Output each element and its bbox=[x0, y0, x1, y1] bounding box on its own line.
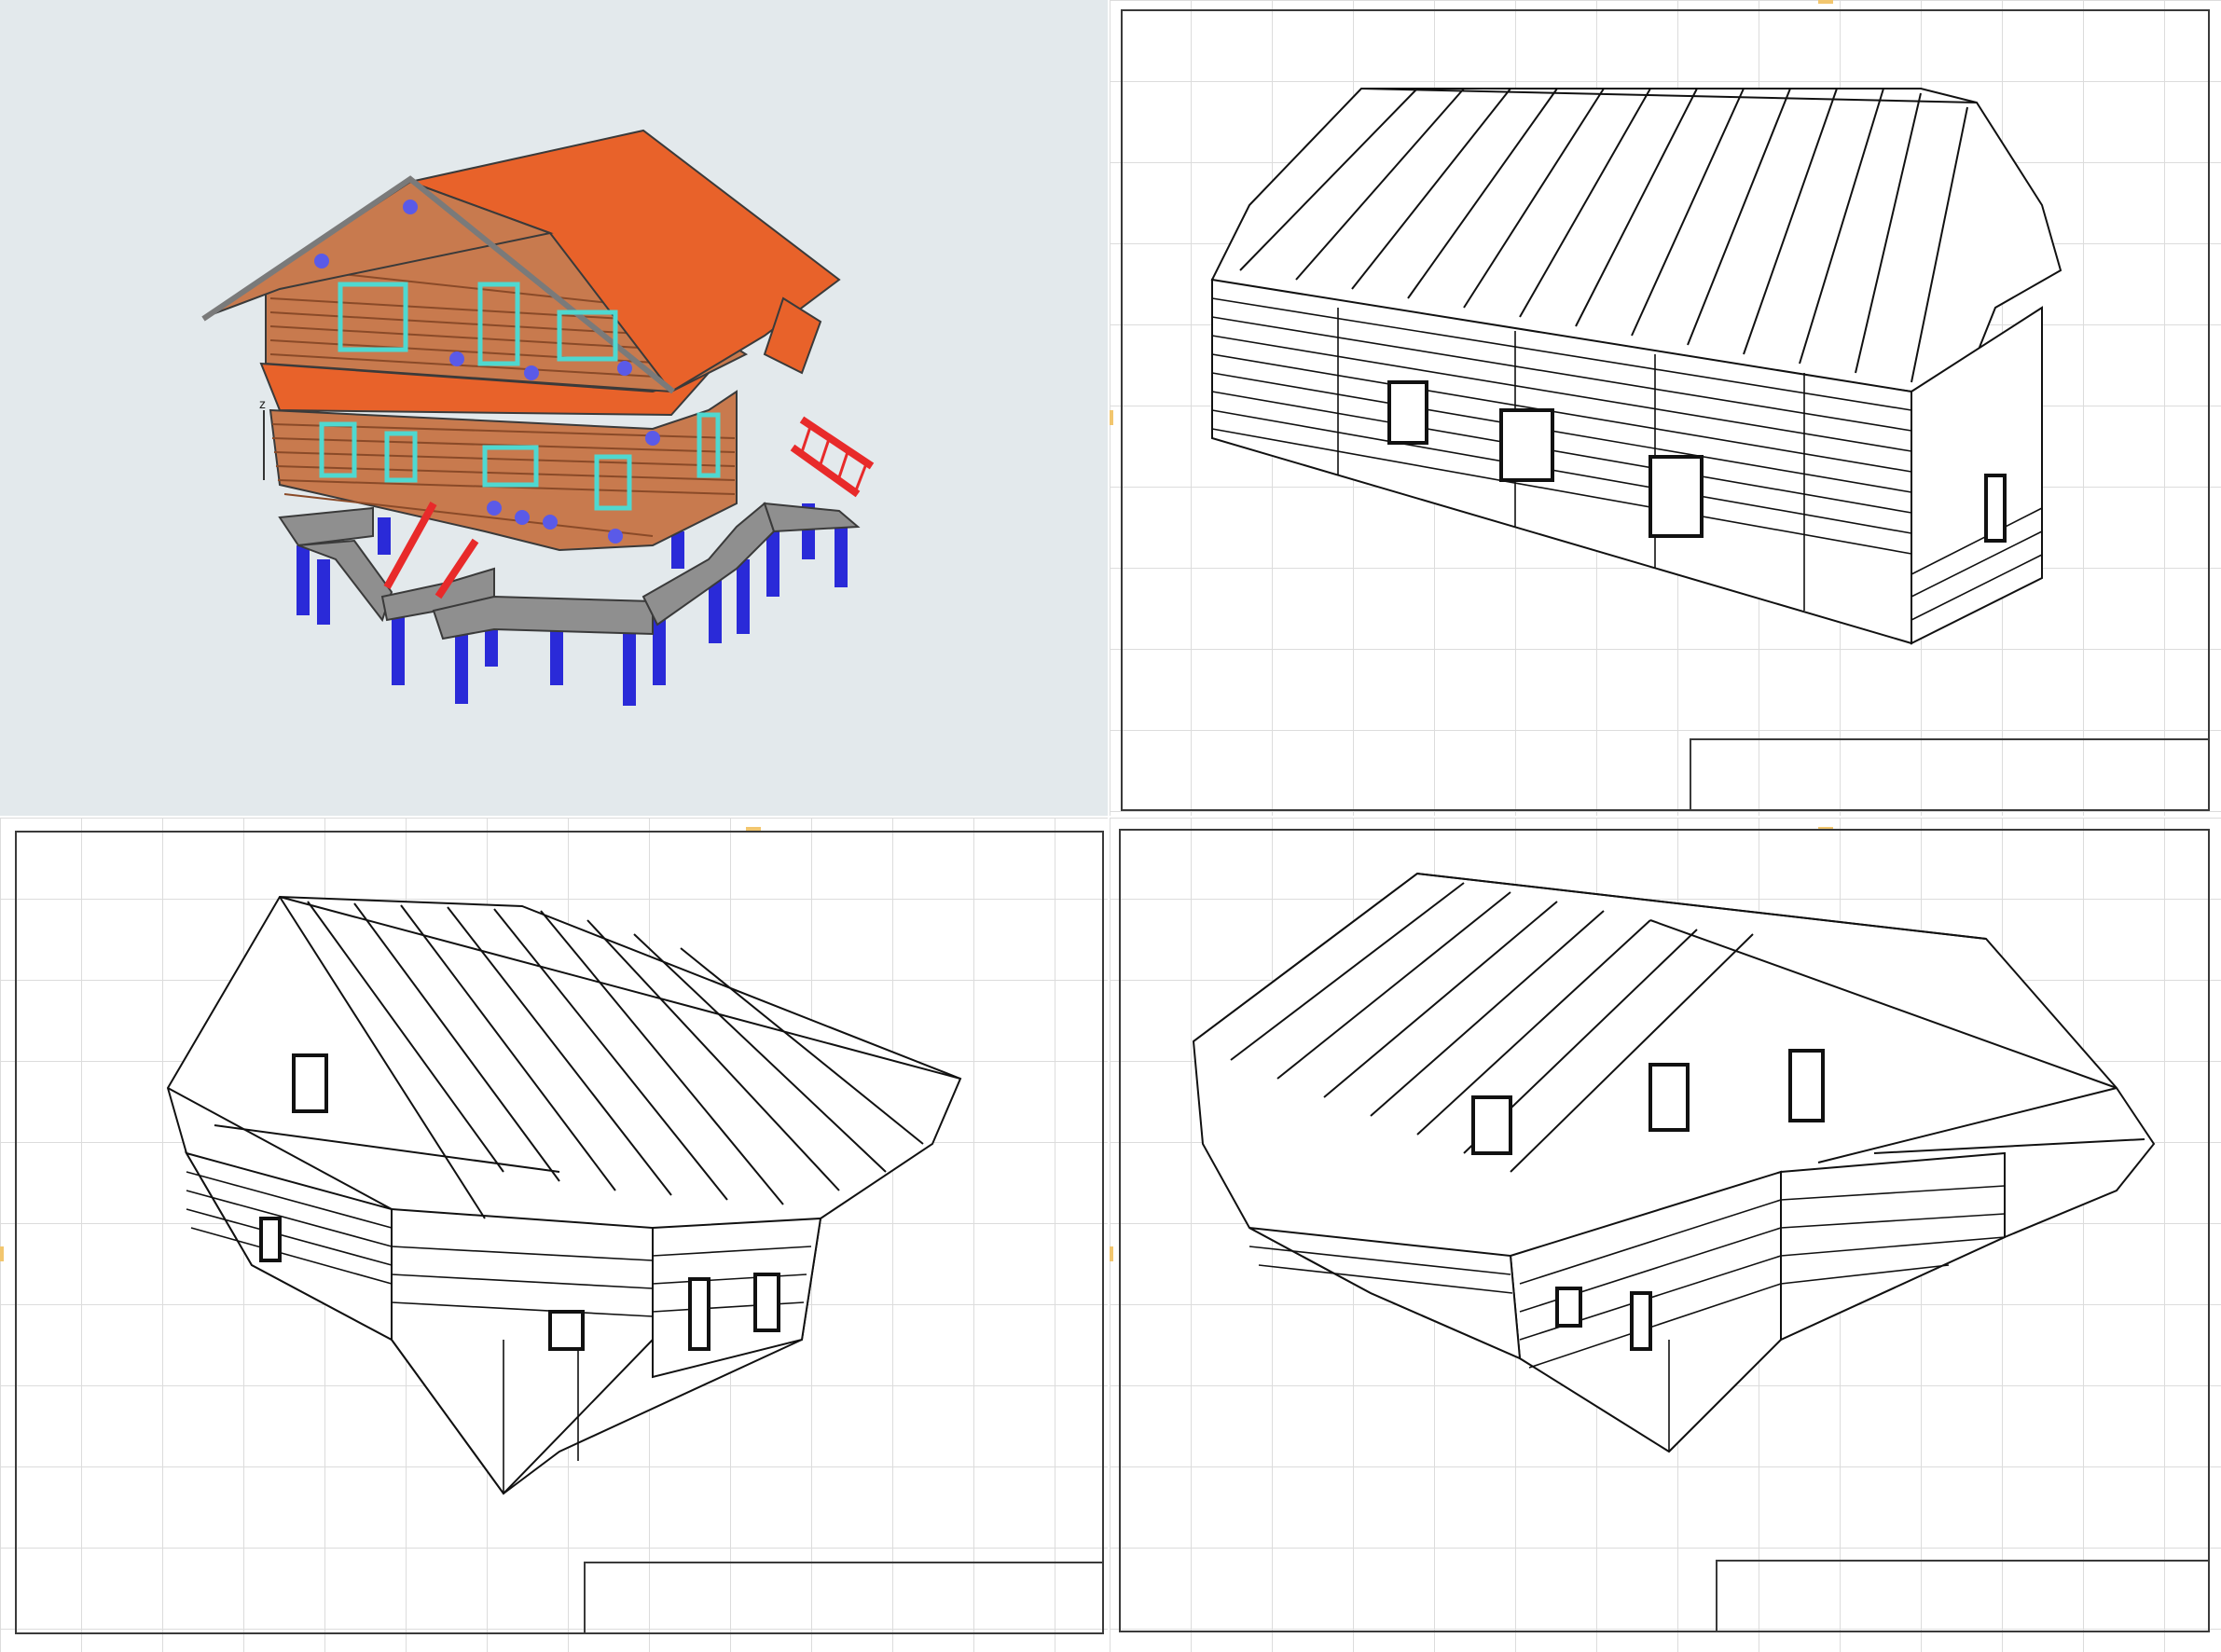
house-3d-model[interactable] bbox=[0, 0, 1108, 816]
house-hidden-line-view-1 bbox=[1210, 88, 2062, 645]
house-hidden-line-view-3 bbox=[1192, 872, 2156, 1453]
house-hidden-line-view-2 bbox=[166, 895, 962, 1495]
layout-sheet-bottom-right[interactable] bbox=[1110, 818, 2221, 1652]
layout-sheet-top-right[interactable] bbox=[1110, 0, 2221, 816]
z-axis-label: z bbox=[259, 396, 266, 411]
layout-sheet-bottom-left[interactable] bbox=[0, 818, 1108, 1652]
viewport-3d-color[interactable]: z bbox=[0, 0, 1108, 816]
